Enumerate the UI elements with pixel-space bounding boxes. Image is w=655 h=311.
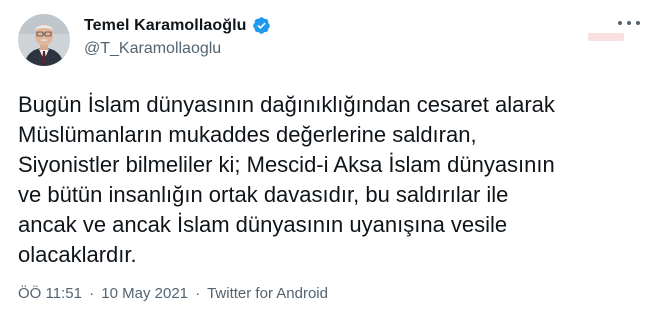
tweet-source-link[interactable]: Twitter for Android xyxy=(207,285,328,302)
tweet-date-link[interactable]: 10 May 2021 xyxy=(101,285,188,302)
tweet-meta: ÖÖ 11:51 · 10 May 2021 · Twitter for And… xyxy=(18,285,328,302)
tweet-text-line: Siyonistler bilmeliler ki; Mescid-i Aksa… xyxy=(18,152,555,177)
more-options-icon[interactable] xyxy=(618,16,640,30)
verified-badge-icon xyxy=(252,16,271,35)
meta-separator: · xyxy=(195,285,201,302)
meta-separator: · xyxy=(89,285,95,302)
tweet-text-line: Bugün İslam dünyasının dağınıklığından c… xyxy=(18,92,555,117)
profile-photo-icon xyxy=(18,14,70,66)
tweet-text-line: ancak ve ancak İslam dünyasının uyanışın… xyxy=(18,212,508,237)
watermark-logo xyxy=(588,33,624,41)
author-display-name[interactable]: Temel Karamollaoğlu xyxy=(84,17,247,35)
dot xyxy=(618,21,622,25)
tweet-card: Temel Karamollaoğlu @T_Karamollaoglu Bug… xyxy=(0,0,655,311)
dot xyxy=(636,21,640,25)
tweet-time-link[interactable]: ÖÖ 11:51 xyxy=(18,285,82,302)
author-row: Temel Karamollaoğlu xyxy=(84,16,271,35)
tweet-text: Bugün İslam dünyasının dağınıklığından c… xyxy=(18,90,643,270)
author-handle[interactable]: @T_Karamollaoglu xyxy=(84,40,221,58)
tweet-text-line: ve bütün insanlığın ortak davasıdır, bu … xyxy=(18,182,509,207)
avatar[interactable] xyxy=(18,14,70,66)
tweet-text-line: olacaklardır. xyxy=(18,242,137,267)
dot xyxy=(627,21,631,25)
tweet-text-line: Müslümanların mukaddes değerlerine saldı… xyxy=(18,122,477,147)
